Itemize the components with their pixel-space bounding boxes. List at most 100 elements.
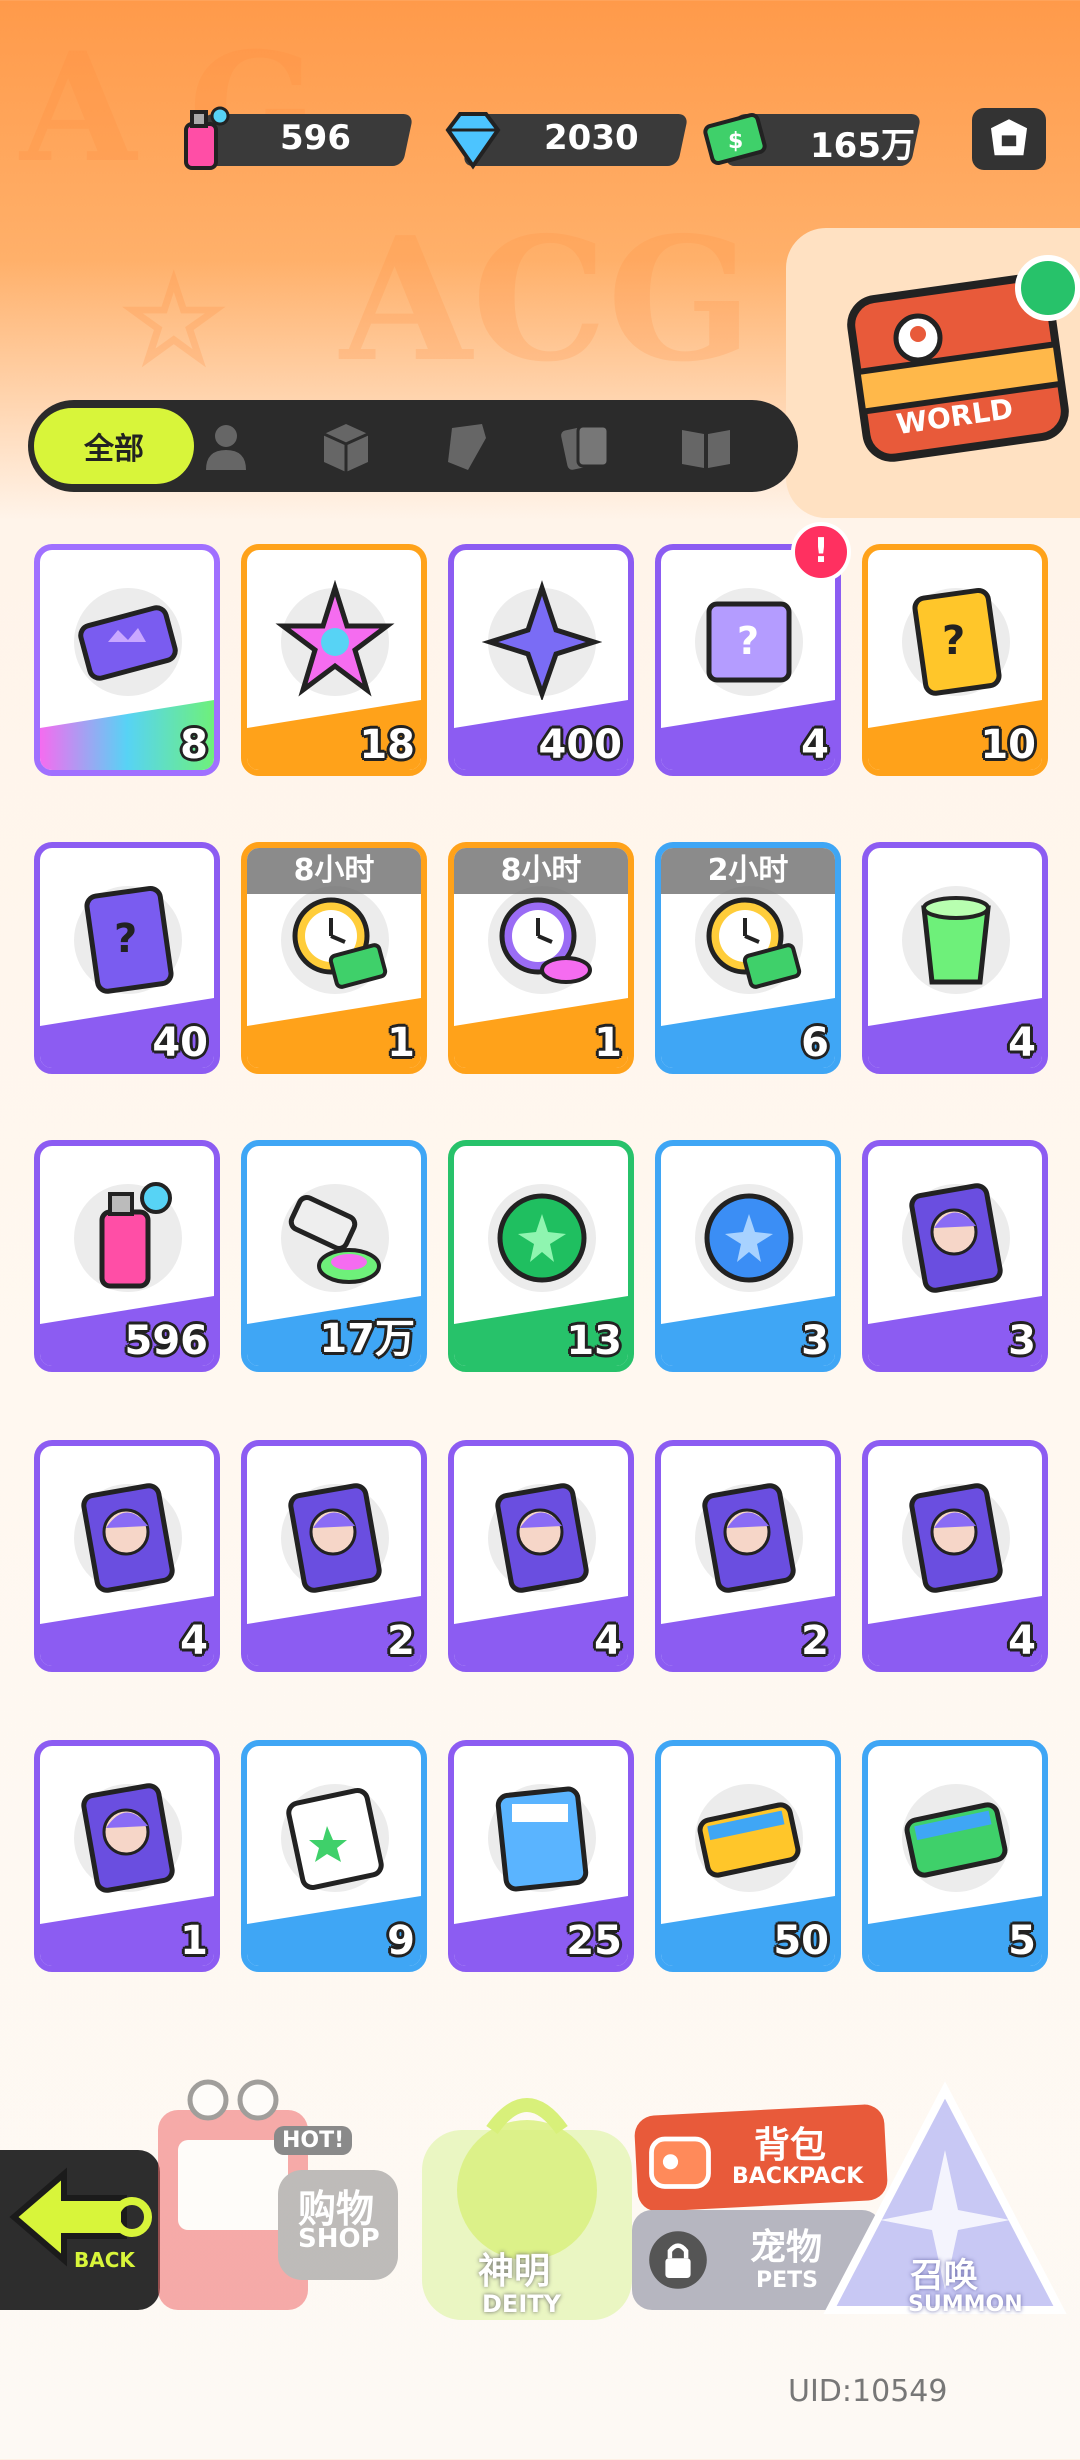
- item-card[interactable]: 4: [862, 1440, 1048, 1672]
- item-count: 3: [801, 1318, 829, 1364]
- back-button[interactable]: BACK: [0, 2150, 160, 2310]
- item-card[interactable]: 2: [241, 1440, 427, 1672]
- item-count: 2: [801, 1618, 829, 1664]
- item-card[interactable]: 9: [241, 1740, 427, 1972]
- purple-star-icon: [482, 580, 602, 700]
- item-count: 1: [594, 1020, 622, 1066]
- currency-cash[interactable]: $ 165万: [700, 110, 922, 168]
- item-card[interactable]: 3: [655, 1140, 841, 1372]
- svg-text:?: ?: [737, 619, 759, 663]
- cash-icon: $: [703, 113, 767, 165]
- item-card[interactable]: 8: [34, 544, 220, 776]
- rainbow-star-icon: [275, 580, 395, 697]
- item-count: 1: [387, 1020, 415, 1066]
- ticket-crown-icon: [74, 588, 182, 696]
- cards-icon[interactable]: [558, 418, 614, 474]
- item-count: 25: [566, 1918, 622, 1964]
- alarm-cash-icon: [695, 886, 803, 994]
- green-orb-icon: [488, 1184, 596, 1292]
- item-card[interactable]: 50: [655, 1740, 841, 1972]
- background-doodle: ☆: [120, 250, 228, 391]
- item-card[interactable]: 4: [34, 1440, 220, 1672]
- person-icon[interactable]: [198, 418, 254, 474]
- item-card[interactable]: 3: [862, 1140, 1048, 1372]
- shop-button[interactable]: HOT! 购物 SHOP: [148, 2070, 408, 2320]
- item-count: 8: [180, 722, 208, 768]
- character-card-icon: [695, 1483, 803, 1593]
- item-count: 50: [773, 1918, 829, 1964]
- item-card[interactable]: 13: [448, 1140, 634, 1372]
- item-card[interactable]: 8小时 1: [241, 842, 427, 1074]
- summon-cn-label: 召唤: [910, 2256, 978, 2296]
- character-card-icon: [74, 1783, 182, 1893]
- mystery-box-icon: ?: [695, 588, 803, 696]
- item-card[interactable]: 2: [655, 1440, 841, 1672]
- alarm-cash-icon: [281, 886, 389, 994]
- item-count: 4: [180, 1618, 208, 1664]
- spray-can-icon: [74, 1182, 182, 1292]
- shop-hot-label: HOT!: [274, 2126, 353, 2155]
- cash-count: 165万: [810, 126, 915, 166]
- item-card[interactable]: 5: [862, 1740, 1048, 1972]
- deity-cn-label: 神明: [478, 2251, 551, 2292]
- item-count: 10: [980, 722, 1036, 768]
- item-card[interactable]: 4: [862, 842, 1048, 1074]
- tab-all[interactable]: 全部: [34, 408, 194, 484]
- shield-shop-icon: [991, 119, 1027, 156]
- pets-en-label: PETS: [756, 2268, 819, 2293]
- item-count: 3: [1008, 1318, 1036, 1364]
- deity-button[interactable]: 神明 DEITY: [412, 2070, 642, 2330]
- currency-diamond[interactable]: 2030: [438, 110, 689, 170]
- item-card[interactable]: ? 10: [862, 544, 1048, 776]
- item-card[interactable]: 400: [448, 544, 634, 776]
- svg-text:?: ?: [942, 618, 965, 664]
- item-count: 4: [1008, 1020, 1036, 1066]
- item-card[interactable]: 4: [448, 1440, 634, 1672]
- currency-spray[interactable]: 596: [168, 106, 414, 170]
- tag-icon[interactable]: [438, 418, 494, 474]
- character-card-icon: [902, 1483, 1010, 1593]
- item-card[interactable]: 2小时 6: [655, 842, 841, 1074]
- item-count: 4: [801, 722, 829, 768]
- item-count: 6: [801, 1020, 829, 1066]
- item-count: 5: [1008, 1918, 1036, 1964]
- alarm-paint-icon: [488, 886, 596, 994]
- item-count: 400: [538, 722, 623, 768]
- diamond-icon: [445, 112, 501, 170]
- summon-en-label: SUMMON: [908, 2292, 1023, 2317]
- recycle-button[interactable]: [972, 108, 1046, 170]
- item-card[interactable]: 18: [241, 544, 427, 776]
- pets-cn-label: 宠物: [750, 2227, 823, 2268]
- item-card[interactable]: ? 40: [34, 842, 220, 1074]
- back-label: BACK: [74, 2248, 135, 2272]
- gold-mystery-card-icon: ?: [902, 587, 1010, 696]
- deity-en-label: DEITY: [482, 2290, 561, 2318]
- world-badge[interactable]: WORLD: [786, 228, 1080, 518]
- summon-button[interactable]: 召唤 SUMMON: [820, 2080, 1070, 2330]
- item-count: 596: [124, 1318, 209, 1364]
- item-count: 40: [152, 1020, 208, 1066]
- box-icon[interactable]: [318, 418, 374, 474]
- item-card[interactable]: 17万: [241, 1140, 427, 1372]
- item-count: 9: [387, 1918, 415, 1964]
- character-card-icon: [488, 1483, 596, 1593]
- yellow-coupon-icon: [695, 1784, 803, 1892]
- item-count: 4: [594, 1618, 622, 1664]
- book-icon[interactable]: [678, 418, 734, 474]
- timer-badge: 2小时: [661, 848, 835, 894]
- alert-badge: !: [791, 522, 851, 582]
- category-tabs: 全部: [28, 400, 798, 492]
- item-card[interactable]: 596: [34, 1140, 220, 1372]
- character-card-icon: [281, 1483, 389, 1593]
- item-count: 2: [387, 1618, 415, 1664]
- blue-orb-icon: [695, 1184, 803, 1292]
- item-count: 1: [180, 1918, 208, 1964]
- sticker-pack-icon: [281, 1784, 389, 1892]
- spray-can-icon: [184, 106, 230, 170]
- green-drink-icon: [902, 886, 1010, 994]
- lock-icon: [649, 2231, 707, 2289]
- item-card[interactable]: 1: [34, 1740, 220, 1972]
- energy-pack-icon: [488, 1784, 596, 1892]
- item-card[interactable]: 8小时 1: [448, 842, 634, 1074]
- item-card[interactable]: 25: [448, 1740, 634, 1972]
